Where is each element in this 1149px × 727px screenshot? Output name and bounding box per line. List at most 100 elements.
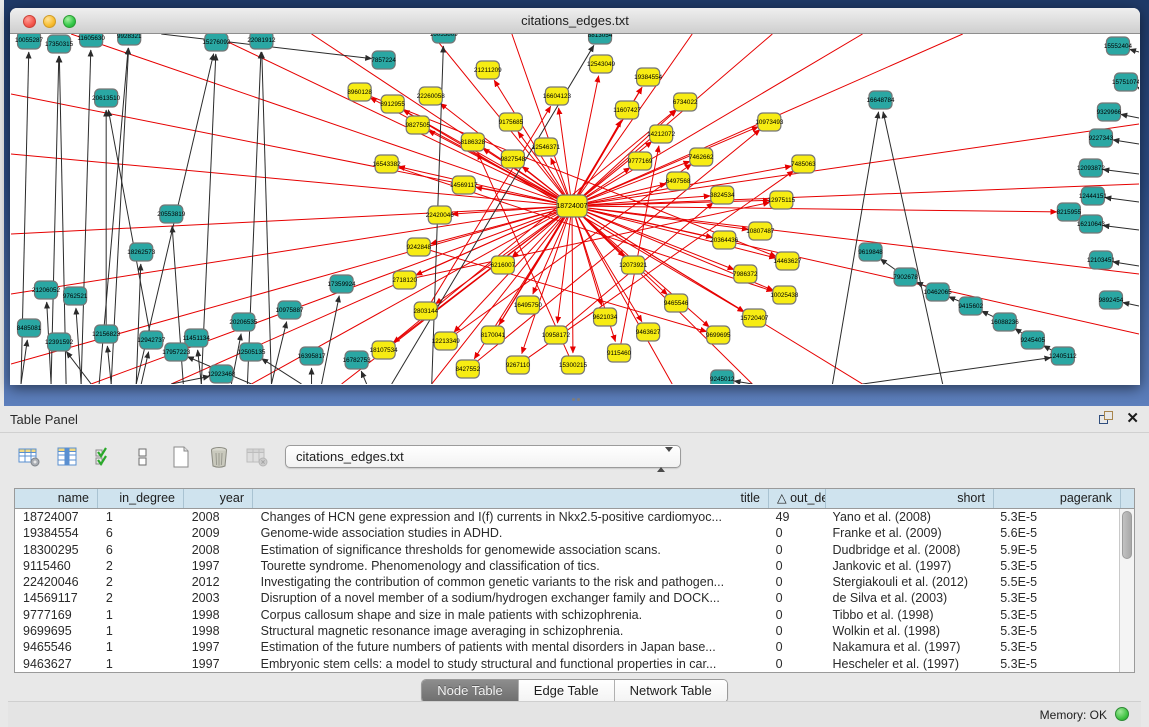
graph-node[interactable]: 8427552 (456, 360, 481, 378)
graph-node[interactable]: 17359924 (328, 275, 357, 293)
graph-node[interactable]: 12391592 (45, 333, 74, 351)
graph-edge[interactable] (557, 215, 570, 323)
graph-node[interactable]: 12213349 (432, 332, 461, 350)
column-header-out_de[interactable]: △ out_de... (769, 489, 826, 508)
cell-out_de[interactable]: 0 (768, 558, 825, 574)
cell-in_degree[interactable]: 2 (98, 558, 184, 574)
cell-out_de[interactable]: 0 (768, 639, 825, 655)
cell-out_de[interactable]: 0 (768, 623, 825, 639)
graph-node[interactable]: 9267110 (506, 356, 531, 374)
cell-short[interactable]: de Silva et al. (2003) (825, 590, 993, 606)
graph-node[interactable]: 16495750 (514, 296, 543, 314)
cell-in_degree[interactable]: 1 (98, 639, 184, 655)
graph-edge[interactable] (1113, 140, 1139, 144)
table-scrollbar-thumb[interactable] (1122, 511, 1132, 559)
cell-year[interactable]: 1997 (184, 558, 253, 574)
graph-node[interactable]: 6216007 (491, 256, 516, 274)
graph-edge[interactable] (1105, 198, 1139, 202)
graph-node[interactable]: 15720407 (740, 309, 769, 327)
cell-name[interactable]: 22420046 (15, 574, 98, 590)
graph-node[interactable]: 14569117 (450, 176, 478, 194)
cell-year[interactable]: 2003 (184, 590, 253, 606)
cell-in_degree[interactable]: 2 (98, 574, 184, 590)
cell-in_degree[interactable]: 2 (98, 590, 184, 606)
graph-node[interactable]: 7857224 (371, 51, 396, 69)
graph-node[interactable]: 8186328 (461, 133, 486, 151)
cell-year[interactable]: 1997 (184, 639, 253, 655)
graph-node[interactable]: 2718120 (392, 271, 417, 289)
graph-node[interactable]: 21206052 (32, 281, 61, 299)
column-header-name[interactable]: name (15, 489, 98, 508)
cell-in_degree[interactable]: 1 (98, 509, 184, 525)
graph-edge[interactable] (621, 146, 659, 344)
table-row[interactable]: 946554611997Estimation of the future num… (15, 639, 1119, 655)
graph-node[interactable]: 12156823 (92, 325, 121, 343)
graph-node[interactable]: 9175685 (499, 113, 524, 131)
graph-node[interactable]: 10807487 (746, 222, 775, 240)
new-document-button[interactable] (168, 445, 194, 471)
graph-node[interactable]: 20613510 (92, 89, 121, 107)
batch-edit-button[interactable] (92, 445, 118, 471)
column-header-pagerank[interactable]: pagerank (994, 489, 1121, 508)
graph-node[interactable]: 9465546 (664, 294, 689, 312)
graph-node[interactable]: 9415602 (958, 297, 983, 315)
cell-out_de[interactable]: 49 (768, 509, 825, 525)
cell-short[interactable]: Franke et al. (2009) (825, 525, 993, 541)
cell-name[interactable]: 19384554 (15, 525, 98, 541)
graph-node[interactable]: 8912955 (380, 95, 405, 113)
delete-button[interactable] (206, 445, 232, 471)
cell-short[interactable]: Tibbo et al. (1998) (825, 607, 993, 623)
graph-node[interactable]: 9827548 (501, 150, 526, 168)
table-row[interactable]: 1830029562008Estimation of significance … (15, 542, 1119, 558)
cell-pagerank[interactable]: 5.3E-5 (992, 509, 1119, 525)
delete-table-button[interactable] (244, 445, 270, 471)
cell-name[interactable]: 9463627 (15, 656, 98, 672)
cell-pagerank[interactable]: 5.3E-5 (992, 590, 1119, 606)
graph-node[interactable]: 8960128 (347, 83, 372, 101)
cell-title[interactable]: Genome-wide association studies in ADHD. (253, 525, 768, 541)
cell-title[interactable]: Structural magnetic resonance image aver… (253, 623, 768, 639)
cell-title[interactable]: Embryonic stem cells: a model to study s… (253, 656, 768, 672)
cell-short[interactable]: Dudbridge et al. (2008) (825, 542, 993, 558)
graph-node[interactable]: 16543382 (373, 155, 402, 173)
graph-node[interactable]: 10975887 (275, 301, 304, 319)
window-titlebar[interactable]: citations_edges.txt (10, 8, 1140, 34)
float-window-icon[interactable] (1099, 411, 1115, 426)
graph-node[interactable]: 11607427 (613, 101, 641, 119)
graph-node[interactable]: 8170041 (481, 326, 506, 344)
cell-short[interactable]: Nakamura et al. (1997) (825, 639, 993, 655)
graph-node[interactable]: 18262573 (127, 243, 156, 261)
tab-node-table[interactable]: Node Table (422, 680, 519, 702)
graph-node[interactable]: 10462065 (924, 283, 953, 301)
graph-edge[interactable] (863, 358, 1051, 384)
graph-node[interactable]: 12405112 (1049, 347, 1077, 365)
graph-node[interactable]: 12546371 (532, 138, 561, 156)
graph-node[interactable]: 7462662 (689, 148, 714, 166)
cell-out_de[interactable]: 0 (768, 607, 825, 623)
graph-node[interactable]: 9699695 (706, 326, 731, 344)
graph-node[interactable]: 20206535 (229, 313, 258, 331)
graph-node[interactable]: 14212072 (647, 125, 676, 143)
graph-node[interactable]: 10958172 (542, 326, 571, 344)
graph-node[interactable]: 8485081 (17, 319, 42, 337)
graph-node[interactable]: 22420046 (426, 206, 455, 224)
graph-edge[interactable] (108, 110, 149, 331)
graph-node[interactable]: 11605630 (77, 34, 105, 47)
cell-in_degree[interactable]: 6 (98, 525, 184, 541)
graph-node[interactable]: 12942737 (137, 331, 166, 349)
cell-year[interactable]: 1998 (184, 607, 253, 623)
table-select-dropdown[interactable]: citations_edges.txt (285, 445, 681, 468)
graph-node[interactable]: 9463627 (636, 323, 661, 341)
graph-edge[interactable] (71, 34, 563, 203)
cell-short[interactable]: Jankovic et al. (1997) (825, 558, 993, 574)
graph-edge[interactable] (581, 207, 1139, 274)
panel-splitter-handle[interactable] (572, 398, 586, 404)
graph-node[interactable]: 14463627 (773, 252, 802, 270)
cell-year[interactable]: 2008 (184, 509, 253, 525)
cell-in_degree[interactable]: 1 (98, 656, 184, 672)
graph-edge[interactable] (171, 376, 209, 384)
graph-edge[interactable] (581, 184, 1139, 206)
cell-year[interactable]: 1998 (184, 623, 253, 639)
table-row[interactable]: 1872400712008Changes of HCN gene express… (15, 509, 1119, 525)
cell-name[interactable]: 18724007 (15, 509, 98, 525)
